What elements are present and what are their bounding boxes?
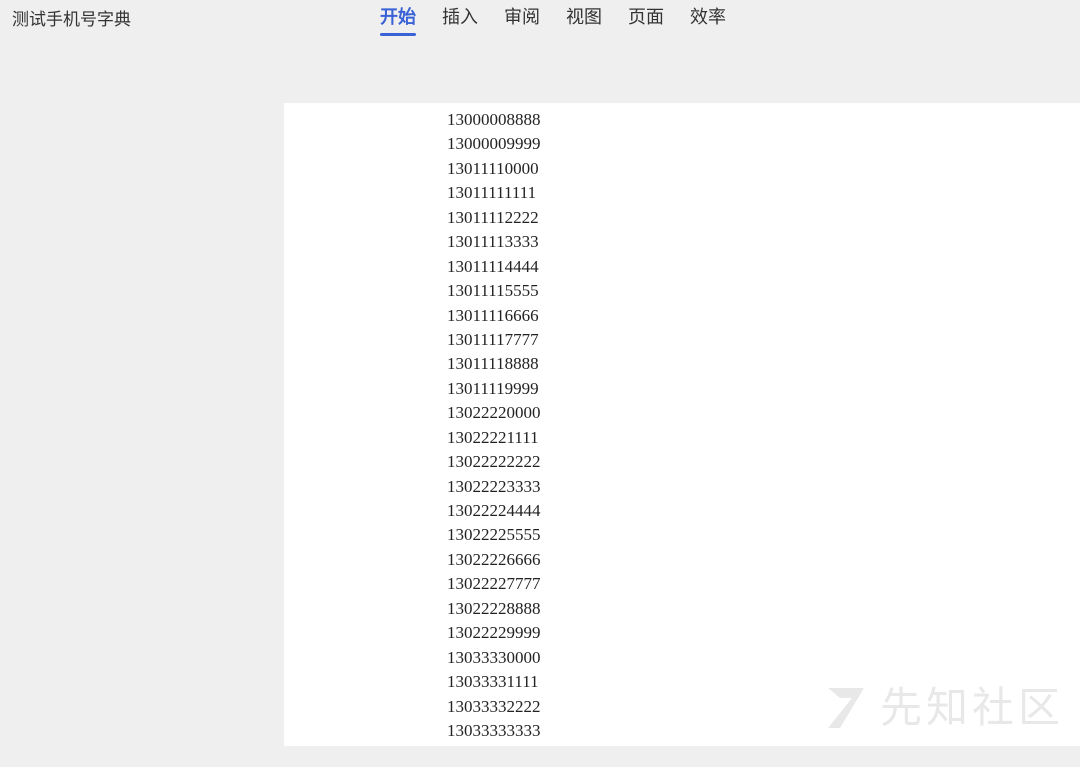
list-item: 13022227777 <box>447 574 541 594</box>
list-item: 13033331111 <box>447 672 539 692</box>
list-item: 13022222222 <box>447 452 541 472</box>
list-item: 13022228888 <box>447 598 541 618</box>
tab-insert[interactable]: 插入 <box>442 5 478 36</box>
watermark-text: 先知社区 <box>879 683 1064 732</box>
list-item: 13011110000 <box>447 158 539 178</box>
list-item: 13011111111 <box>447 183 537 203</box>
list-item: 13011118888 <box>447 354 539 374</box>
list-item: 13033332222 <box>447 696 541 716</box>
list-item: 13000009999 <box>447 134 541 154</box>
list-item: 13022229999 <box>447 623 541 643</box>
list-item: 13033330000 <box>447 647 541 667</box>
document-title: 测试手机号字典 <box>12 10 131 30</box>
list-item: 13022224444 <box>447 501 541 520</box>
tab-view[interactable]: 视图 <box>566 5 602 36</box>
list-item: 13011117777 <box>447 329 539 349</box>
list-item: 13011112222 <box>447 207 539 227</box>
list-item: 13033333333 <box>447 720 541 740</box>
tab-page[interactable]: 页面 <box>628 5 664 36</box>
ribbon-tabs: 开始 插入 审阅 视图 页面 效率 <box>380 5 752 36</box>
list-item: 13022223333 <box>447 476 541 496</box>
tab-efficiency[interactable]: 效率 <box>690 5 726 36</box>
list-item: 13011119999 <box>447 378 539 398</box>
document-page[interactable]: 13000008888 13000009999 13011110000 1301… <box>284 103 1080 746</box>
list-item: 13022221111 <box>447 427 539 447</box>
list-item: 13011114444 <box>447 256 539 276</box>
phone-number-list: 13000008888 13000009999 13011110000 1301… <box>447 108 541 743</box>
list-item: 13011116666 <box>447 305 539 325</box>
list-item: 13022220000 <box>447 403 541 423</box>
tab-home[interactable]: 开始 <box>380 5 416 36</box>
list-item: 13011115555 <box>447 281 539 301</box>
list-item: 13011113333 <box>447 232 539 252</box>
watermark: 先知社区 <box>822 684 1064 732</box>
list-item: 13000008888 <box>447 110 541 129</box>
list-item: 13022225555 <box>447 525 541 545</box>
xianzhi-logo-icon <box>827 688 864 728</box>
list-item: 13022226666 <box>447 549 541 569</box>
tab-review[interactable]: 审阅 <box>504 5 540 36</box>
